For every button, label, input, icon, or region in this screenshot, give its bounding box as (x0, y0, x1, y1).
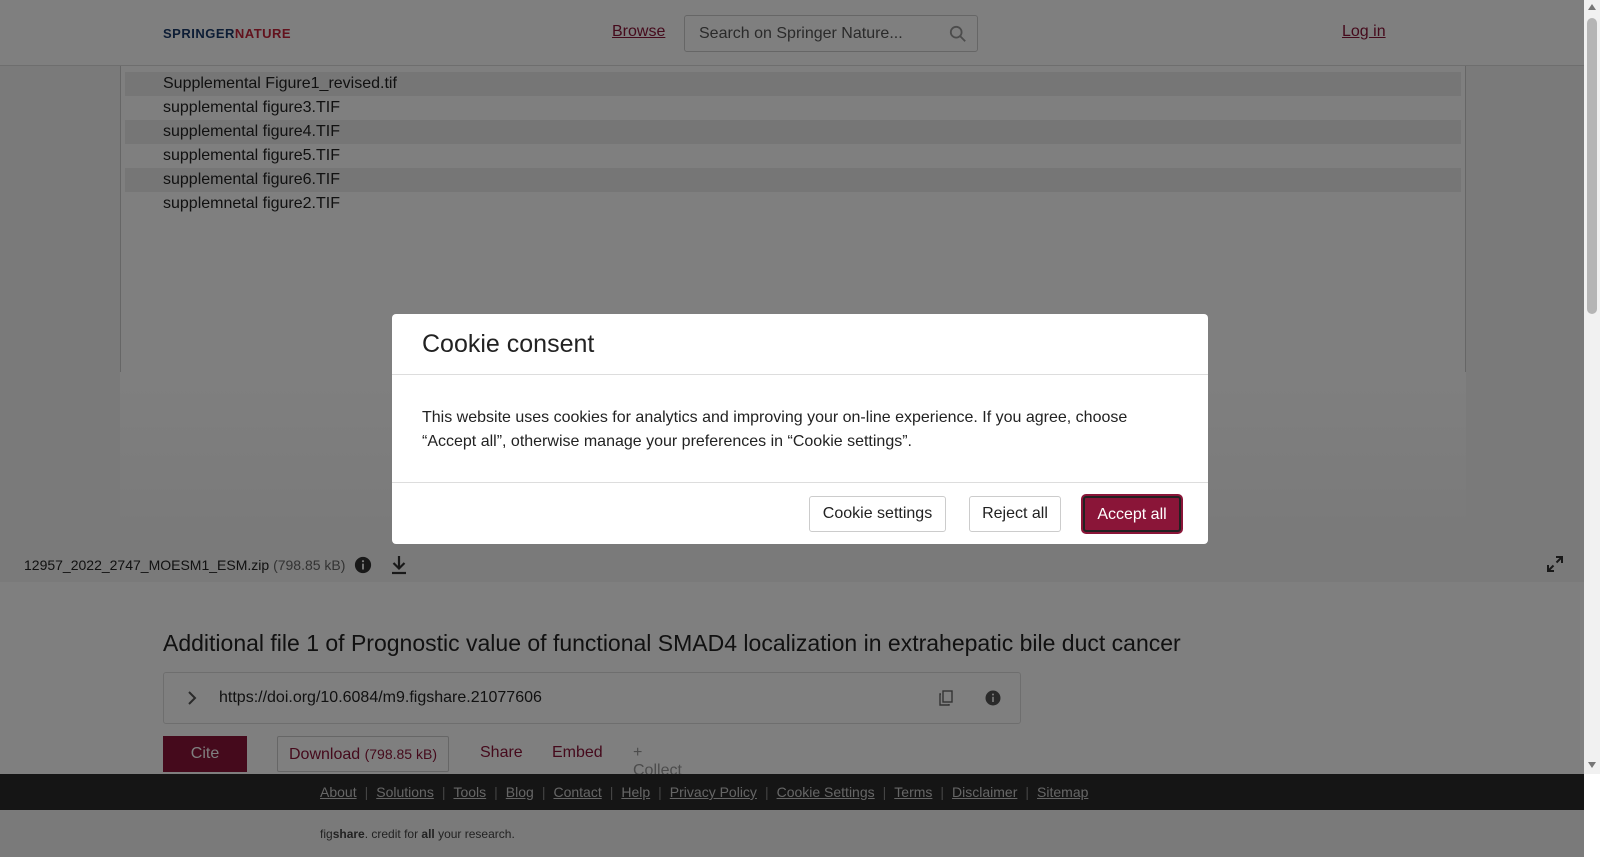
divider (392, 482, 1208, 483)
page-scrollbar[interactable] (1584, 0, 1600, 774)
cookie-consent-dialog: Cookie consent This website uses cookies… (392, 314, 1208, 544)
cookie-settings-button[interactable]: Cookie settings (809, 496, 946, 532)
scrollbar-thumb[interactable] (1587, 18, 1597, 314)
reject-all-button[interactable]: Reject all (969, 496, 1061, 532)
accept-all-button[interactable]: Accept all (1083, 496, 1181, 532)
scroll-up-arrow-icon[interactable] (1588, 4, 1596, 10)
cookie-dialog-title: Cookie consent (422, 330, 595, 358)
divider (392, 374, 1208, 375)
scroll-down-arrow-icon[interactable] (1588, 762, 1596, 768)
cookie-dialog-body: This website uses cookies for analytics … (422, 409, 1128, 450)
